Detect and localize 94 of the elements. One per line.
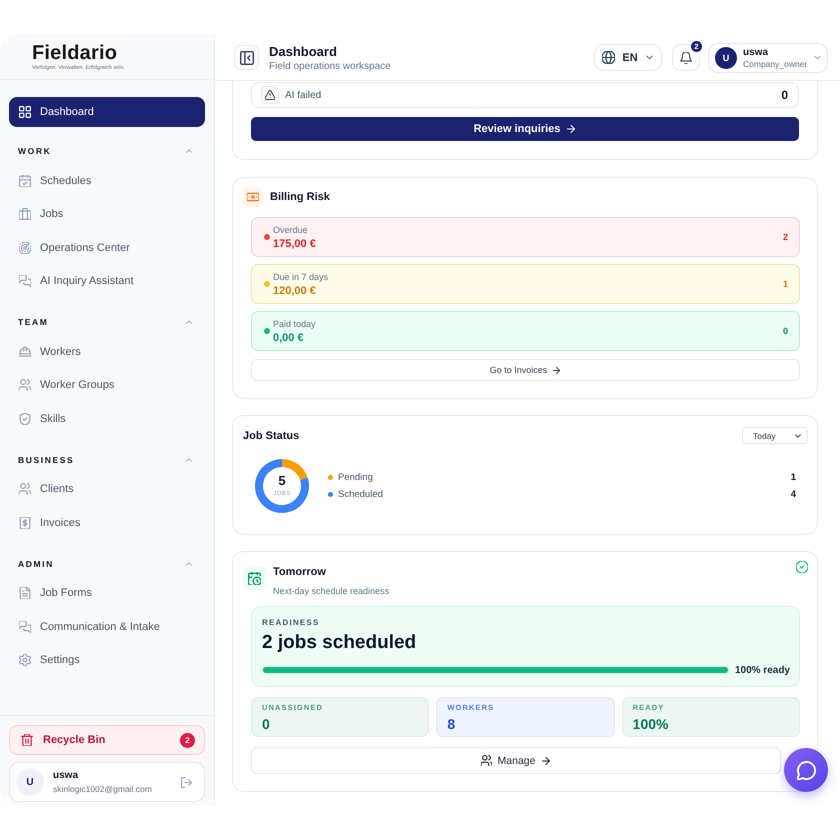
recycle-bin-button[interactable]: Recycle Bin 2 bbox=[9, 725, 205, 755]
nav-item[interactable]: AI Inquiry Assistant bbox=[9, 264, 205, 298]
stat-value: 100% bbox=[632, 716, 668, 732]
calendar-clock-icon bbox=[243, 567, 266, 590]
legend-count: 1 bbox=[790, 472, 796, 483]
nav-item[interactable]: Schedules bbox=[9, 164, 205, 198]
inquiry-count: 0 bbox=[781, 88, 788, 102]
billing-amount: 175,00 € bbox=[273, 238, 316, 250]
settings-icon bbox=[19, 654, 31, 666]
calendar-check-icon bbox=[19, 174, 31, 187]
page-title: Dashboard bbox=[269, 44, 337, 58]
billing-label: Paid today bbox=[273, 318, 316, 328]
trash-icon bbox=[21, 734, 33, 746]
card-title: Job Status bbox=[243, 430, 300, 442]
logout-icon[interactable] bbox=[181, 776, 192, 788]
nav-item[interactable]: Invoices bbox=[9, 506, 205, 540]
user-name: uswa bbox=[743, 46, 768, 58]
arrow-right-icon bbox=[566, 124, 576, 134]
sidebar-panel-icon bbox=[240, 50, 254, 64]
chevron-down-icon bbox=[644, 53, 654, 62]
stat-value: 0 bbox=[262, 716, 270, 732]
chevron-up-icon[interactable] bbox=[185, 318, 193, 326]
grid-icon bbox=[19, 106, 31, 118]
billing-amount: 0,00 € bbox=[273, 332, 304, 344]
user-name: uswa bbox=[53, 770, 78, 781]
chevron-up-icon[interactable] bbox=[185, 560, 193, 568]
people-icon bbox=[19, 483, 31, 496]
shield-check-icon bbox=[19, 412, 31, 425]
chat-bubbles-icon bbox=[19, 275, 31, 288]
nav-item[interactable]: Operations Center bbox=[9, 231, 205, 264]
stat-value: 8 bbox=[447, 716, 456, 732]
language-button[interactable]: EN bbox=[594, 44, 662, 71]
hard-hat-icon bbox=[19, 346, 31, 358]
billing-amount: 120,00 € bbox=[273, 284, 316, 296]
card-title: Tomorrow bbox=[273, 565, 326, 579]
document-icon bbox=[19, 587, 31, 600]
user-menu-button[interactable]: U uswa Company_owner bbox=[708, 42, 828, 72]
nav-item[interactable]: Worker Groups bbox=[9, 368, 205, 402]
readiness-reading: 100% ready bbox=[734, 664, 790, 676]
bell-icon bbox=[680, 52, 692, 64]
period-select[interactable]: Today bbox=[742, 427, 808, 444]
card-title: Billing Risk bbox=[270, 191, 330, 203]
nav-item[interactable]: Communication & Intake bbox=[9, 610, 205, 644]
billing-count: 0 bbox=[782, 326, 788, 336]
section-title: TEAM bbox=[18, 317, 48, 327]
total-count: 5 bbox=[278, 474, 286, 488]
go-to-invoices-button[interactable]: Go to Invoices bbox=[251, 359, 800, 381]
review-inquiries-button[interactable]: Review inquiries bbox=[251, 117, 799, 141]
nav-item[interactable]: Dashboard bbox=[9, 97, 205, 127]
warning-icon bbox=[261, 86, 279, 104]
billing-label: Due in 7 days bbox=[273, 272, 328, 282]
globe-icon bbox=[602, 51, 616, 64]
nav-item[interactable]: Job Forms bbox=[9, 576, 205, 610]
people-icon bbox=[480, 755, 492, 766]
sidebar-toggle-button[interactable] bbox=[234, 45, 259, 70]
chat-bubbles-icon bbox=[19, 620, 31, 633]
nav-item[interactable]: Workers bbox=[9, 335, 205, 368]
brand-logo: Fieldario bbox=[32, 42, 118, 62]
card-subtitle: Next-day schedule readiness bbox=[273, 585, 390, 597]
billing-count: 2 bbox=[782, 232, 788, 242]
people-icon bbox=[19, 379, 31, 392]
count-badge: 2 bbox=[180, 732, 195, 748]
chat-icon bbox=[796, 760, 816, 780]
radar-icon bbox=[19, 242, 31, 254]
chevron-down-icon bbox=[813, 53, 822, 62]
readiness-headline: 2 jobs scheduled bbox=[262, 632, 418, 654]
arrow-right-icon bbox=[552, 366, 562, 374]
chevron-up-icon[interactable] bbox=[185, 147, 193, 155]
arrow-right-icon bbox=[541, 756, 552, 766]
section-title: BUSINESS bbox=[18, 454, 74, 464]
chevron-down-icon bbox=[794, 432, 802, 440]
nav-item[interactable]: Settings bbox=[9, 644, 205, 677]
page-subtitle: Field operations workspace bbox=[269, 60, 391, 72]
user-email: skinlogic1002@gmail.com bbox=[53, 784, 152, 794]
readiness-label: READINESS bbox=[262, 618, 320, 628]
user-avatar: U bbox=[16, 768, 44, 796]
dollar-document-icon bbox=[19, 516, 31, 529]
billing-count: 1 bbox=[782, 279, 788, 289]
briefcase-icon bbox=[19, 208, 31, 220]
chevron-up-icon[interactable] bbox=[185, 456, 193, 464]
legend-label: Pending bbox=[338, 472, 373, 483]
billing-label: Overdue bbox=[273, 224, 308, 234]
user-avatar: U bbox=[715, 46, 737, 68]
inquiry-label: AI failed bbox=[285, 90, 322, 100]
banknote-icon bbox=[243, 187, 263, 207]
section-title: WORK bbox=[18, 146, 52, 156]
section-title: ADMIN bbox=[18, 558, 54, 568]
manage-button[interactable]: Manage bbox=[251, 747, 781, 774]
nav-item[interactable]: Skills bbox=[9, 402, 205, 436]
legend-label: Scheduled bbox=[338, 489, 383, 500]
nav-item[interactable]: Jobs bbox=[9, 198, 205, 231]
legend-count: 4 bbox=[790, 489, 796, 500]
user-role: Company_owner bbox=[743, 58, 808, 68]
nav-item[interactable]: Clients bbox=[9, 472, 205, 506]
